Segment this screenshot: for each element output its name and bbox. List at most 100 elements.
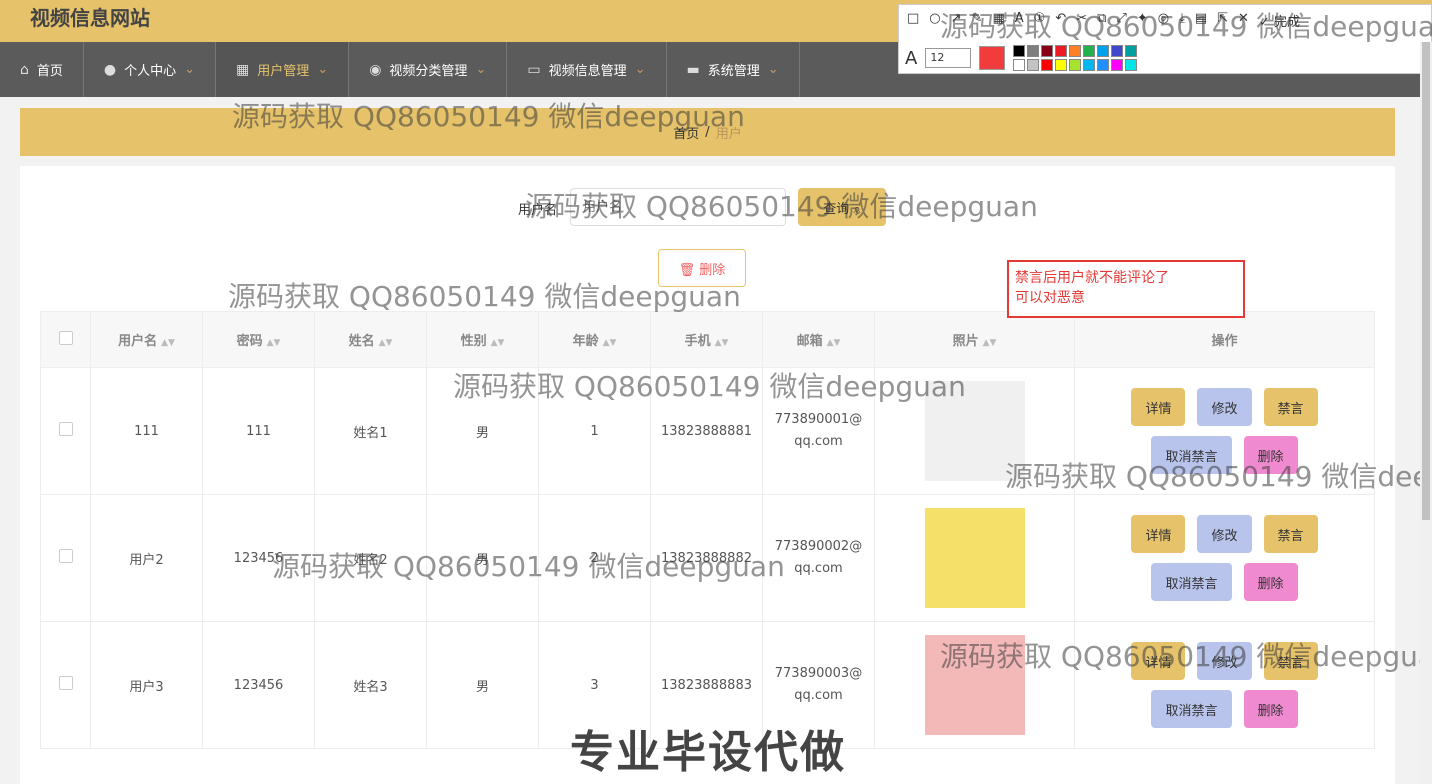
nav-item-2[interactable]: ▦ 用户管理 ⌄	[216, 42, 350, 97]
row-checkbox[interactable]	[58, 549, 73, 563]
ban-button[interactable]: 禁言	[1263, 515, 1318, 553]
color-swatch[interactable]	[1055, 59, 1068, 71]
col-name[interactable]: 姓名 ▲▼	[314, 311, 427, 368]
color-swatch[interactable]	[1041, 45, 1054, 57]
select-all-checkbox[interactable]	[58, 330, 73, 345]
edit-button[interactable]: 修改	[1197, 388, 1252, 426]
color-swatch[interactable]	[1111, 45, 1124, 57]
color-swatch[interactable]	[1055, 45, 1068, 57]
color-swatch[interactable]	[1125, 59, 1138, 71]
magic-icon[interactable]: ✦	[1137, 11, 1148, 30]
unban-button[interactable]: 取消禁言	[1151, 563, 1232, 601]
cell-photo	[874, 494, 1075, 622]
nav-item-0[interactable]: ⌂ 首页	[0, 42, 84, 97]
ocr-icon[interactable]: ⧉	[1097, 11, 1106, 30]
sort-icon: ▲▼	[602, 338, 617, 348]
ellipse-tool-icon[interactable]: ○	[929, 11, 940, 30]
save-icon[interactable]: ▤	[1195, 11, 1207, 30]
font-size-select[interactable]: 12	[925, 48, 972, 68]
sort-icon: ▲▼	[982, 338, 997, 348]
color-swatch[interactable]	[1027, 45, 1040, 57]
color-swatch[interactable]	[1027, 59, 1040, 71]
color-swatch[interactable]	[1083, 59, 1096, 71]
nav-item-3[interactable]: ◉ 视频分类管理 ⌄	[349, 42, 508, 97]
drawing-options: A 12	[905, 45, 1138, 71]
user-photo[interactable]	[924, 508, 1025, 608]
nav-item-5[interactable]: ▬ 系统管理 ⌄	[667, 42, 800, 97]
detail-button[interactable]: 详情	[1131, 642, 1186, 680]
color-swatch[interactable]	[1083, 45, 1096, 57]
cell-phone: 13823888882	[650, 494, 763, 622]
delete-button[interactable]: 删除	[1243, 563, 1298, 601]
rectangle-tool-icon[interactable]: □	[907, 11, 919, 30]
ban-button[interactable]: 禁言	[1263, 388, 1318, 426]
breadcrumb-home[interactable]: 首页	[673, 123, 699, 142]
color-swatch[interactable]	[1013, 59, 1026, 71]
col-password[interactable]: 密码 ▲▼	[202, 311, 315, 368]
color-swatch[interactable]	[1069, 45, 1082, 57]
username-search-input[interactable]	[570, 188, 786, 226]
delete-button[interactable]: 删除	[1243, 690, 1298, 728]
col-gender[interactable]: 性别 ▲▼	[426, 311, 539, 368]
annotation-note[interactable]: 禁言后用户就不能评论了 可以对恶意	[1007, 260, 1245, 318]
color-swatch[interactable]	[1013, 45, 1026, 57]
col-phone[interactable]: 手机 ▲▼	[650, 311, 763, 368]
site-title: 视频信息网站	[30, 6, 150, 30]
user-photo[interactable]	[924, 635, 1025, 735]
pen-tool-icon[interactable]: ✎	[972, 11, 983, 30]
col-photo[interactable]: 照片 ▲▼	[874, 311, 1075, 368]
number-tool-icon[interactable]: ①	[1034, 11, 1046, 30]
cell-age: 2	[538, 494, 651, 622]
edit-button[interactable]: 修改	[1197, 642, 1252, 680]
delete-button[interactable]: 删除	[1243, 436, 1298, 474]
color-swatch[interactable]	[1041, 59, 1054, 71]
undo-icon[interactable]: ↶	[1055, 11, 1066, 30]
breadcrumb-separator: /	[705, 124, 710, 140]
share-icon[interactable]: ⇱	[1217, 11, 1228, 30]
color-swatch[interactable]	[1097, 45, 1110, 57]
col-age[interactable]: 年龄 ▲▼	[538, 311, 651, 368]
pin-icon[interactable]: ✂	[1076, 11, 1087, 30]
cell-password: 123456	[202, 494, 315, 622]
sort-icon: ▲▼	[490, 338, 505, 348]
unban-button[interactable]: 取消禁言	[1151, 436, 1232, 474]
detail-button[interactable]: 详情	[1131, 515, 1186, 553]
color-swatch[interactable]	[1111, 59, 1124, 71]
row-checkbox[interactable]	[58, 676, 73, 690]
col-email[interactable]: 邮箱 ▲▼	[762, 311, 875, 368]
record-icon[interactable]: ◎	[1158, 11, 1169, 30]
chevron-down-icon: ⌄	[634, 62, 646, 77]
mosaic-tool-icon[interactable]: ▦	[992, 11, 1004, 30]
sort-icon: ▲▼	[378, 338, 393, 348]
detail-button[interactable]: 详情	[1131, 388, 1186, 426]
row-checkbox[interactable]	[58, 422, 73, 436]
current-color-swatch[interactable]	[979, 46, 1006, 70]
close-icon[interactable]: ✕	[1238, 11, 1249, 30]
font-icon: A	[905, 47, 918, 69]
breadcrumb: 首页 / 用户	[20, 108, 1395, 156]
nav-item-4[interactable]: ▭ 视频信息管理 ⌄	[507, 42, 667, 97]
color-swatch[interactable]	[1125, 45, 1138, 57]
text-tool-icon[interactable]: A	[1015, 11, 1024, 30]
sort-icon: ▲▼	[714, 338, 729, 348]
color-swatch[interactable]	[1069, 59, 1082, 71]
download-icon[interactable]: ⤓	[1179, 11, 1185, 30]
unban-button[interactable]: 取消禁言	[1151, 690, 1232, 728]
user-photo[interactable]	[924, 381, 1025, 481]
done-button[interactable]: ✓ 完成	[1259, 11, 1300, 30]
sort-icon: ▲▼	[826, 338, 841, 348]
edit-button[interactable]: 修改	[1197, 515, 1252, 553]
col-username[interactable]: 用户名 ▲▼	[90, 311, 203, 368]
search-button[interactable]: 查询 ⌕	[798, 188, 886, 226]
cell-email: 773890002@qq.com	[762, 494, 875, 622]
scrollbar[interactable]	[1420, 42, 1432, 784]
translate-icon[interactable]: ⤢	[1116, 11, 1126, 30]
arrow-tool-icon[interactable]: ↗	[951, 11, 962, 30]
scroll-thumb[interactable]	[1422, 42, 1430, 520]
nav-item-1[interactable]: ● 个人中心 ⌄	[84, 42, 217, 97]
cell-username: 用户3	[90, 621, 203, 749]
color-swatch[interactable]	[1097, 59, 1110, 71]
cell-photo	[874, 367, 1075, 495]
ban-button[interactable]: 禁言	[1263, 642, 1318, 680]
bulk-delete-button[interactable]: 🗑 删除	[658, 249, 746, 287]
